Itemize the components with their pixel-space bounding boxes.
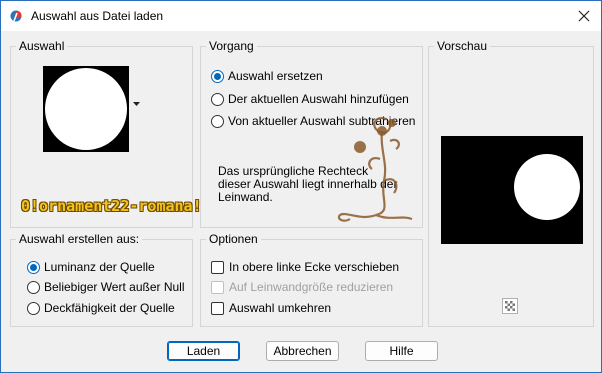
radio-icon bbox=[211, 69, 224, 83]
load-button[interactable]: Laden bbox=[167, 341, 240, 361]
radio-replace-selection[interactable]: Auswahl ersetzen bbox=[211, 69, 323, 83]
radio-label: Deckfähigkeit der Quelle bbox=[44, 301, 175, 315]
watermark-text: 0!ornament22-romana! bbox=[21, 197, 202, 215]
radio-icon bbox=[27, 280, 40, 294]
selection-thumbnail[interactable] bbox=[43, 66, 129, 152]
radio-icon bbox=[211, 92, 224, 106]
checkbox-label: Auswahl umkehren bbox=[229, 301, 332, 315]
vorgang-group: Vorgang Auswahl ersetzen Der aktuellen A… bbox=[200, 39, 423, 228]
vorschau-group: Vorschau bbox=[428, 39, 594, 327]
radio-icon bbox=[211, 114, 224, 128]
dialog-window: Auswahl aus Datei laden Auswahl Vorgang … bbox=[0, 0, 602, 373]
auswahl-group-label: Auswahl bbox=[16, 39, 68, 53]
checkbox-move-to-top-left[interactable]: In obere linke Ecke verschieben bbox=[211, 260, 399, 274]
close-button[interactable] bbox=[567, 1, 601, 31]
checkerboard-icon bbox=[505, 301, 515, 311]
radio-label: Der aktuellen Auswahl hinzufügen bbox=[228, 92, 409, 106]
auswahl-erstellen-group: Auswahl erstellen aus: Luminanz der Quel… bbox=[10, 232, 193, 327]
radio-label: Luminanz der Quelle bbox=[44, 260, 155, 274]
preview-image bbox=[441, 136, 583, 244]
decorative-ornament-image bbox=[337, 117, 413, 222]
help-button[interactable]: Hilfe bbox=[365, 341, 438, 361]
checkbox-invert-selection[interactable]: Auswahl umkehren bbox=[211, 301, 331, 315]
vorgang-group-label: Vorgang bbox=[206, 39, 257, 53]
radio-source-opacity[interactable]: Deckfähigkeit der Quelle bbox=[27, 301, 175, 315]
auswahl-erstellen-group-label: Auswahl erstellen aus: bbox=[16, 232, 143, 246]
window-title: Auswahl aus Datei laden bbox=[31, 9, 164, 23]
radio-icon bbox=[27, 260, 40, 274]
title-bar: Auswahl aus Datei laden bbox=[1, 1, 601, 31]
checkbox-label: Auf Leinwandgröße reduzieren bbox=[229, 280, 394, 294]
optionen-group-label: Optionen bbox=[206, 232, 261, 246]
checkbox-label: In obere linke Ecke verschieben bbox=[229, 260, 400, 274]
checkbox-icon bbox=[211, 280, 224, 294]
checkbox-reduce-to-canvas[interactable]: Auf Leinwandgröße reduzieren bbox=[211, 280, 393, 294]
radio-label: Auswahl ersetzen bbox=[228, 69, 323, 83]
radio-label: Beliebiger Wert außer Null bbox=[44, 280, 185, 294]
selection-thumbnail-image bbox=[43, 66, 129, 152]
radio-add-to-selection[interactable]: Der aktuellen Auswahl hinzufügen bbox=[211, 92, 409, 106]
checkbox-icon bbox=[211, 301, 224, 315]
radio-source-luminance[interactable]: Luminanz der Quelle bbox=[27, 260, 155, 274]
optionen-group: Optionen In obere linke Ecke verschieben… bbox=[200, 232, 423, 327]
checkbox-icon bbox=[211, 260, 224, 274]
radio-icon bbox=[27, 301, 40, 315]
close-icon bbox=[578, 10, 590, 22]
radio-any-nonzero-value[interactable]: Beliebiger Wert außer Null bbox=[27, 280, 185, 294]
transparency-toggle-button[interactable] bbox=[502, 298, 518, 314]
vorschau-group-label: Vorschau bbox=[434, 39, 491, 53]
paintshop-app-icon bbox=[10, 10, 22, 22]
cancel-button[interactable]: Abbrechen bbox=[266, 341, 339, 361]
dropdown-arrow-icon[interactable] bbox=[133, 102, 140, 107]
